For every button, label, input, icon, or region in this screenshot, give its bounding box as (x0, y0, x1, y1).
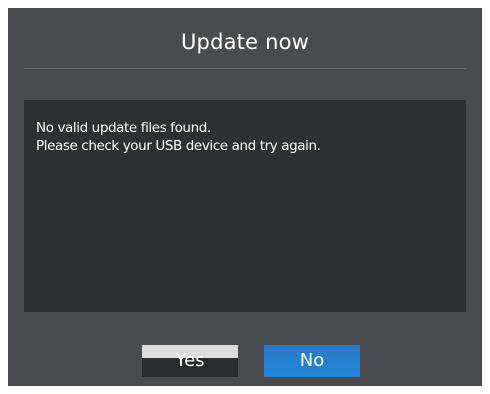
message-line-1: No valid update files found. (36, 120, 211, 136)
message-line-2: Please check your USB device and try aga… (36, 138, 321, 154)
message-panel: No valid update files found. Please chec… (24, 100, 466, 312)
update-dialog: Update now No valid update files found. … (8, 8, 482, 386)
yes-button[interactable]: Yes (142, 345, 238, 377)
no-button[interactable]: No (264, 345, 360, 377)
title-divider (24, 68, 466, 69)
dialog-title: Update now (180, 30, 310, 54)
